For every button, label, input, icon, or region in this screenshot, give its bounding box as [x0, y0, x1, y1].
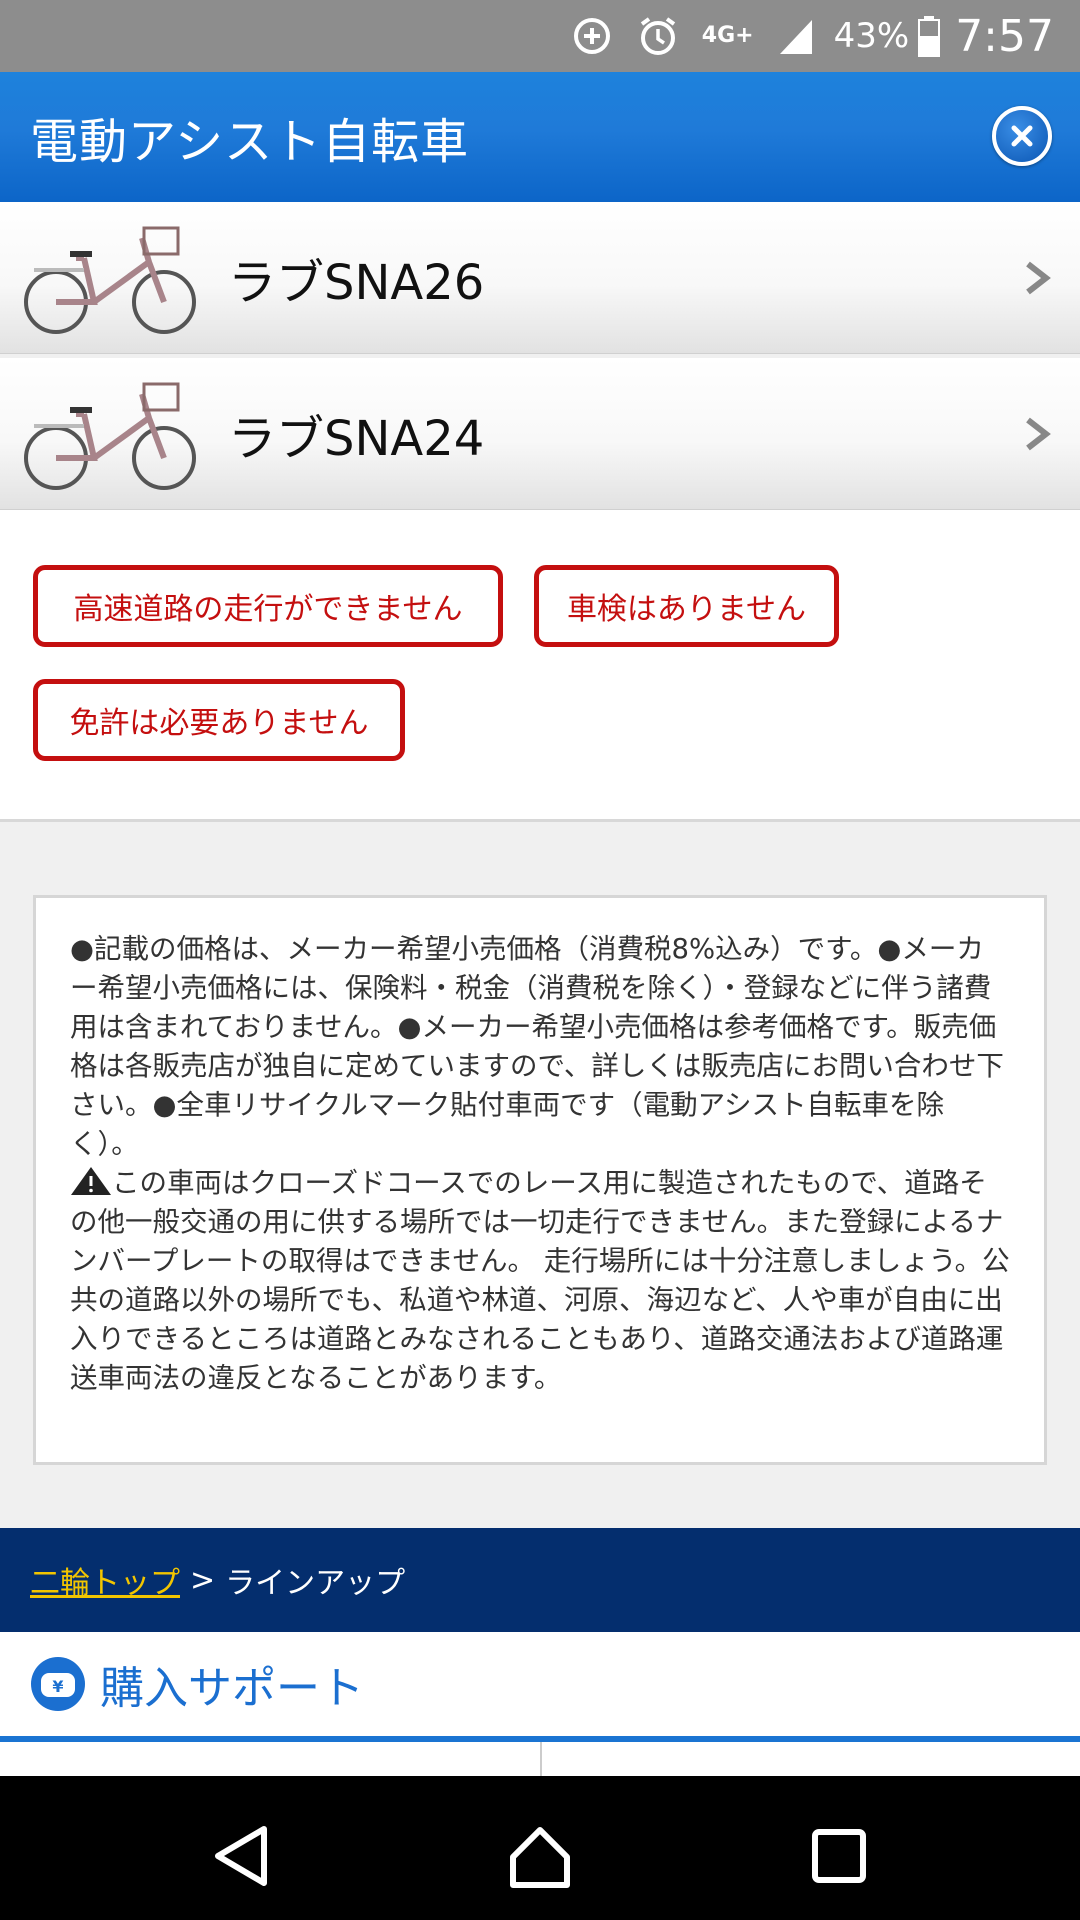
breadcrumb-current: ラインアップ	[225, 1566, 406, 1601]
bicycle-image	[24, 382, 196, 490]
warning-text: この車両はクローズドコースでのレース用に製造されたもので、道路その他一般交通の用…	[70, 1167, 1010, 1394]
chevron-right-icon	[1026, 417, 1051, 451]
price-disclaimer: ●記載の価格は、メーカー希望小売価格（消費税8%込み）です。●メーカー希望小売価…	[70, 933, 1004, 1160]
breadcrumb-separator: >	[190, 1562, 216, 1598]
back-icon	[215, 1826, 267, 1886]
column-divider	[540, 1742, 542, 1776]
chevron-right-icon	[1026, 261, 1051, 295]
battery-percent: 43%	[833, 16, 910, 56]
status-bar: 4G+ 43% 7:57	[0, 0, 1080, 72]
product-row[interactable]: ラブSNA26	[0, 202, 1080, 354]
navigation-bar	[0, 1776, 1080, 1920]
disclaimer-notice: ●記載の価格は、メーカー希望小売価格（消費税8%込み）です。●メーカー希望小売価…	[33, 895, 1047, 1465]
tag-no-license: 免許は必要ありません	[33, 679, 405, 761]
network-type-indicator: 4G+	[701, 23, 754, 48]
warning-text-block: この車両はクローズドコースでのレース用に製造されたもので、道路その他一般交通の用…	[70, 1164, 1010, 1398]
page-title: 電動アシスト自転車	[30, 114, 470, 170]
support-title: 購入サポート	[100, 1663, 364, 1714]
back-button[interactable]	[201, 1816, 281, 1896]
close-button[interactable]	[992, 106, 1052, 166]
signal-icon	[776, 16, 816, 56]
clock: 7:57	[955, 10, 1054, 62]
bicycle-image	[24, 226, 196, 334]
app-header: 電動アシスト自転車	[0, 72, 1080, 202]
product-row[interactable]: ラブSNA24	[0, 358, 1080, 510]
breadcrumb-link-top[interactable]: 二輪トップ	[30, 1558, 180, 1602]
recents-button[interactable]	[799, 1816, 879, 1896]
home-icon	[510, 1827, 570, 1888]
recents-icon	[812, 1829, 866, 1883]
battery-icon	[917, 14, 941, 58]
product-name: ラブSNA24	[228, 410, 485, 467]
feature-tags: 高速道路の走行ができません 車検はありません 免許は必要ありません	[0, 510, 1080, 822]
warning-icon	[71, 1167, 111, 1195]
alarm-icon	[636, 14, 680, 58]
tag-no-inspection: 車検はありません	[534, 565, 839, 647]
data-saver-icon	[570, 14, 614, 58]
tag-no-highway: 高速道路の走行ができません	[33, 565, 503, 647]
yen-wallet-icon: ¥	[31, 1657, 85, 1711]
support-links-row	[0, 1742, 1080, 1776]
purchase-support-header: ¥ 購入サポート	[0, 1632, 1080, 1742]
svg-text:¥: ¥	[52, 1677, 63, 1696]
product-name: ラブSNA26	[228, 254, 485, 311]
close-icon	[1011, 125, 1033, 147]
breadcrumb: 二輪トップ > ラインアップ	[0, 1528, 1080, 1632]
home-button[interactable]	[500, 1816, 580, 1896]
